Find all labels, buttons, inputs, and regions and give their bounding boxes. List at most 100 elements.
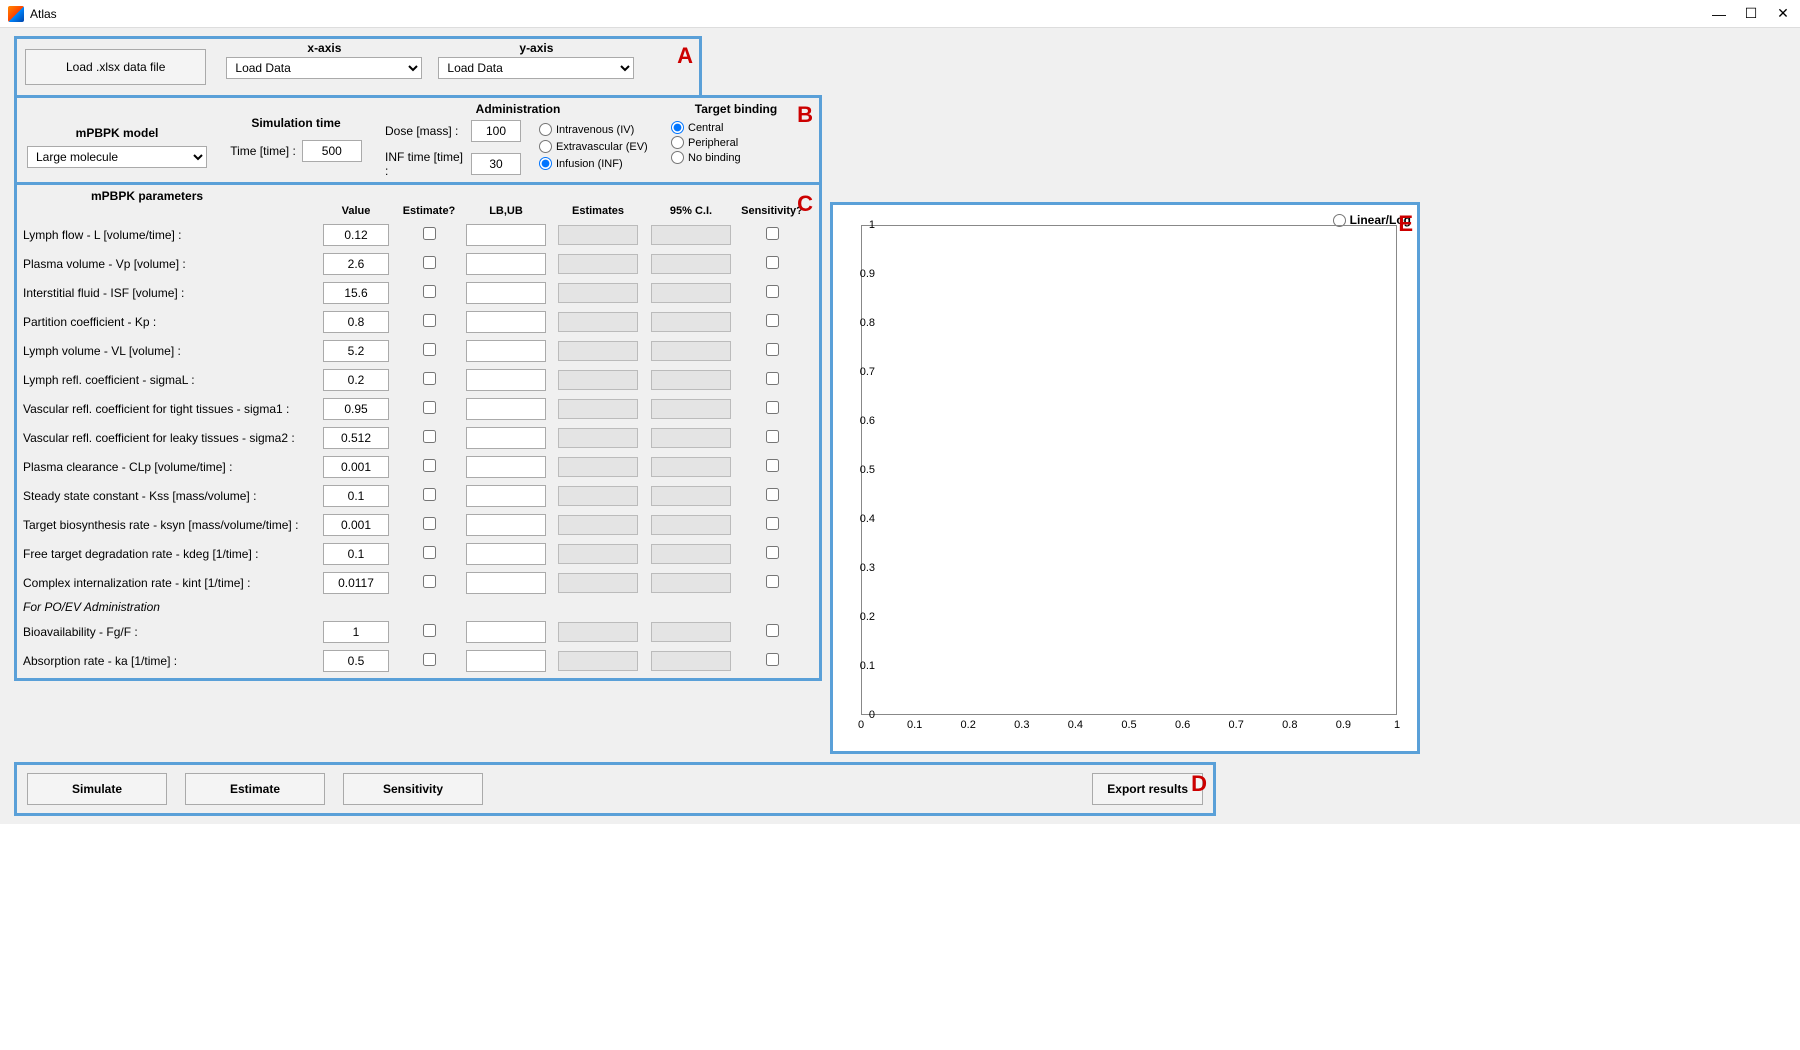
po-param-lbub-input-1[interactable] [466,650,546,672]
export-results-button[interactable]: Export results [1092,773,1203,805]
param-lbub-input-2[interactable] [466,282,546,304]
y-axis-select[interactable]: Load Data [438,57,634,79]
param-row: Steady state constant - Kss [mass/volume… [23,485,813,507]
param-ci-display-10 [651,515,731,535]
param-sensitivity-check-0[interactable] [766,227,779,240]
po-param-estimate-check-1[interactable] [423,653,436,666]
param-estimate-check-2[interactable] [423,285,436,298]
param-lbub-input-11[interactable] [466,543,546,565]
param-row: Complex internalization rate - kint [1/t… [23,572,813,594]
param-value-input-2[interactable] [323,282,389,304]
param-lbub-input-0[interactable] [466,224,546,246]
po-param-estimate-check-0[interactable] [423,624,436,637]
param-sensitivity-check-1[interactable] [766,256,779,269]
param-estimate-check-1[interactable] [423,256,436,269]
simulate-button[interactable]: Simulate [27,773,167,805]
window-close-button[interactable]: ✕ [1774,5,1792,23]
param-estimate-check-4[interactable] [423,343,436,356]
param-estimate-check-11[interactable] [423,546,436,559]
param-sensitivity-check-3[interactable] [766,314,779,327]
window-minimize-button[interactable]: — [1710,5,1728,23]
param-sensitivity-check-2[interactable] [766,285,779,298]
binding-radio-1[interactable] [671,136,684,149]
param-estimate-check-0[interactable] [423,227,436,240]
po-param-sensitivity-check-0[interactable] [766,624,779,637]
x-axis-select[interactable]: Load Data [226,57,422,79]
param-value-input-8[interactable] [323,456,389,478]
param-estimate-check-5[interactable] [423,372,436,385]
param-value-input-11[interactable] [323,543,389,565]
param-row: Lymph volume - VL [volume] : [23,340,813,362]
param-lbub-input-3[interactable] [466,311,546,333]
binding-radio-2[interactable] [671,151,684,164]
param-value-input-10[interactable] [323,514,389,536]
param-sensitivity-check-11[interactable] [766,546,779,559]
param-lbub-input-8[interactable] [466,456,546,478]
param-lbub-input-5[interactable] [466,369,546,391]
po-param-value-input-1[interactable] [323,650,389,672]
dose-input[interactable] [471,120,521,142]
admin-radio-1[interactable] [539,140,552,153]
admin-radio-0[interactable] [539,123,552,136]
param-estimate-check-8[interactable] [423,459,436,472]
param-estimate-check-6[interactable] [423,401,436,414]
plot-axes[interactable] [861,225,1397,715]
param-row: Bioavailability - Fg/F : [23,621,813,643]
param-estimates-display-3 [558,312,638,332]
dose-label: Dose [mass] : [385,124,465,138]
param-sensitivity-check-5[interactable] [766,372,779,385]
param-value-input-1[interactable] [323,253,389,275]
param-lbub-input-4[interactable] [466,340,546,362]
model-select[interactable]: Large molecule [27,146,207,168]
param-estimate-check-12[interactable] [423,575,436,588]
window-maximize-button[interactable]: ☐ [1742,5,1760,23]
param-value-input-0[interactable] [323,224,389,246]
param-lbub-input-12[interactable] [466,572,546,594]
sensitivity-button[interactable]: Sensitivity [343,773,483,805]
param-value-input-3[interactable] [323,311,389,333]
param-estimate-check-9[interactable] [423,488,436,501]
param-ci-display-6 [651,399,731,419]
param-sensitivity-check-4[interactable] [766,343,779,356]
param-sensitivity-check-10[interactable] [766,517,779,530]
param-value-input-5[interactable] [323,369,389,391]
param-lbub-input-10[interactable] [466,514,546,536]
estimate-button[interactable]: Estimate [185,773,325,805]
panel-tag-d: D [1191,771,1207,797]
param-value-input-9[interactable] [323,485,389,507]
simulation-settings-panel: B mPBPK model Large molecule Simulation … [14,95,822,185]
po-param-value-input-0[interactable] [323,621,389,643]
param-estimate-check-7[interactable] [423,430,436,443]
param-value-input-7[interactable] [323,427,389,449]
param-value-input-12[interactable] [323,572,389,594]
param-lbub-input-1[interactable] [466,253,546,275]
inf-time-input[interactable] [471,153,521,175]
param-lbub-input-9[interactable] [466,485,546,507]
po-param-lbub-input-0[interactable] [466,621,546,643]
param-sensitivity-check-8[interactable] [766,459,779,472]
param-lbub-input-7[interactable] [466,427,546,449]
param-row: Lymph refl. coefficient - sigmaL : [23,369,813,391]
param-ci-display-2 [651,283,731,303]
param-sensitivity-check-6[interactable] [766,401,779,414]
param-value-input-6[interactable] [323,398,389,420]
param-estimate-check-3[interactable] [423,314,436,327]
param-row: Plasma clearance - CLp [volume/time] : [23,456,813,478]
param-lbub-input-6[interactable] [466,398,546,420]
param-value-input-4[interactable] [323,340,389,362]
xtick: 0.4 [1068,719,1083,731]
param-name-7: Vascular refl. coefficient for leaky tis… [23,431,315,445]
simtime-input[interactable] [302,140,362,162]
panel-tag-e: E [1398,211,1413,237]
param-row: Absorption rate - ka [1/time] : [23,650,813,672]
param-name-3: Partition coefficient - Kp : [23,315,315,329]
load-data-button[interactable]: Load .xlsx data file [25,49,206,85]
param-sensitivity-check-9[interactable] [766,488,779,501]
binding-radio-0[interactable] [671,121,684,134]
param-estimate-check-10[interactable] [423,517,436,530]
po-param-sensitivity-check-1[interactable] [766,653,779,666]
param-sensitivity-check-12[interactable] [766,575,779,588]
param-name-9: Steady state constant - Kss [mass/volume… [23,489,315,503]
admin-radio-2[interactable] [539,157,552,170]
param-sensitivity-check-7[interactable] [766,430,779,443]
